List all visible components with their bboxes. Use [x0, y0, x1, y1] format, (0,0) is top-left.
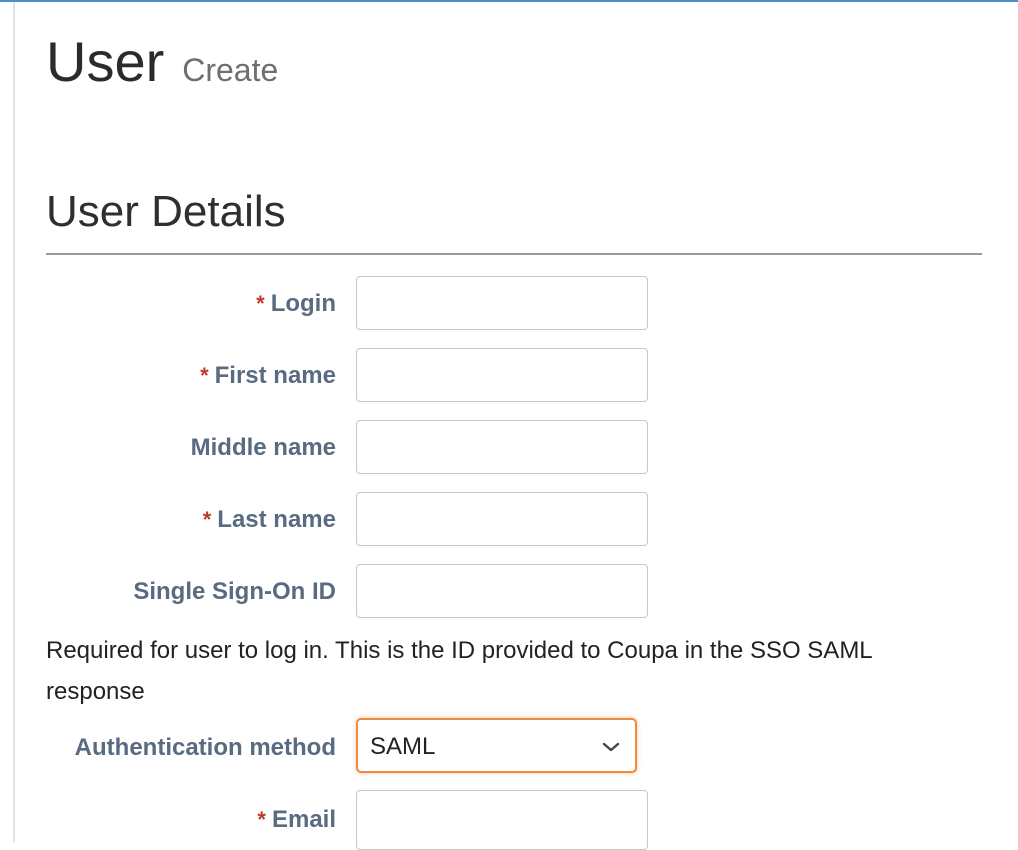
- sso-id-input[interactable]: [356, 564, 648, 618]
- auth-method-label-text: Authentication method: [74, 734, 336, 761]
- login-input[interactable]: [356, 276, 648, 330]
- login-label-text: Login: [270, 290, 336, 317]
- required-marker: *: [200, 363, 209, 388]
- login-label: * Login: [16, 290, 336, 318]
- middle-name-label: Middle name: [16, 434, 336, 462]
- first-name-label-text: First name: [214, 362, 336, 389]
- chevron-down-icon: [602, 742, 620, 752]
- required-marker: *: [257, 807, 266, 832]
- section-title: User Details: [46, 187, 286, 236]
- page-title: User Create: [46, 34, 278, 90]
- last-name-input[interactable]: [356, 492, 648, 546]
- middle-name-input[interactable]: [356, 420, 648, 474]
- required-marker: *: [202, 507, 212, 532]
- first-name-input[interactable]: [356, 348, 648, 402]
- last-name-label: * Last name: [16, 506, 336, 534]
- email-label: * Email: [16, 806, 336, 834]
- email-row: * Email: [0, 790, 1018, 850]
- login-row: * Login: [0, 276, 1018, 332]
- email-input[interactable]: [356, 790, 648, 850]
- auth-method-label: Authentication method: [16, 734, 336, 762]
- email-label-text: Email: [271, 806, 336, 833]
- auth-method-selected-value: SAML: [370, 733, 436, 760]
- section-divider: [46, 253, 982, 255]
- sso-id-label: Single Sign-On ID: [16, 578, 336, 606]
- page-title-main: User: [46, 30, 165, 93]
- last-name-label-text: Last name: [217, 506, 336, 533]
- middle-name-row: Middle name: [0, 420, 1018, 476]
- top-border: [0, 0, 1018, 2]
- last-name-row: * Last name: [0, 492, 1018, 548]
- sso-id-label-text: Single Sign-On ID: [133, 578, 336, 605]
- sso-id-row: Single Sign-On ID: [0, 564, 1018, 620]
- middle-name-label-text: Middle name: [190, 434, 336, 461]
- required-marker: *: [256, 291, 265, 316]
- first-name-row: * First name: [0, 348, 1018, 404]
- auth-method-select[interactable]: SAML: [356, 718, 637, 773]
- sso-id-helper-text: Required for user to log in. This is the…: [46, 637, 872, 705]
- page-title-sub: Create: [182, 52, 279, 88]
- first-name-label: * First name: [16, 362, 336, 390]
